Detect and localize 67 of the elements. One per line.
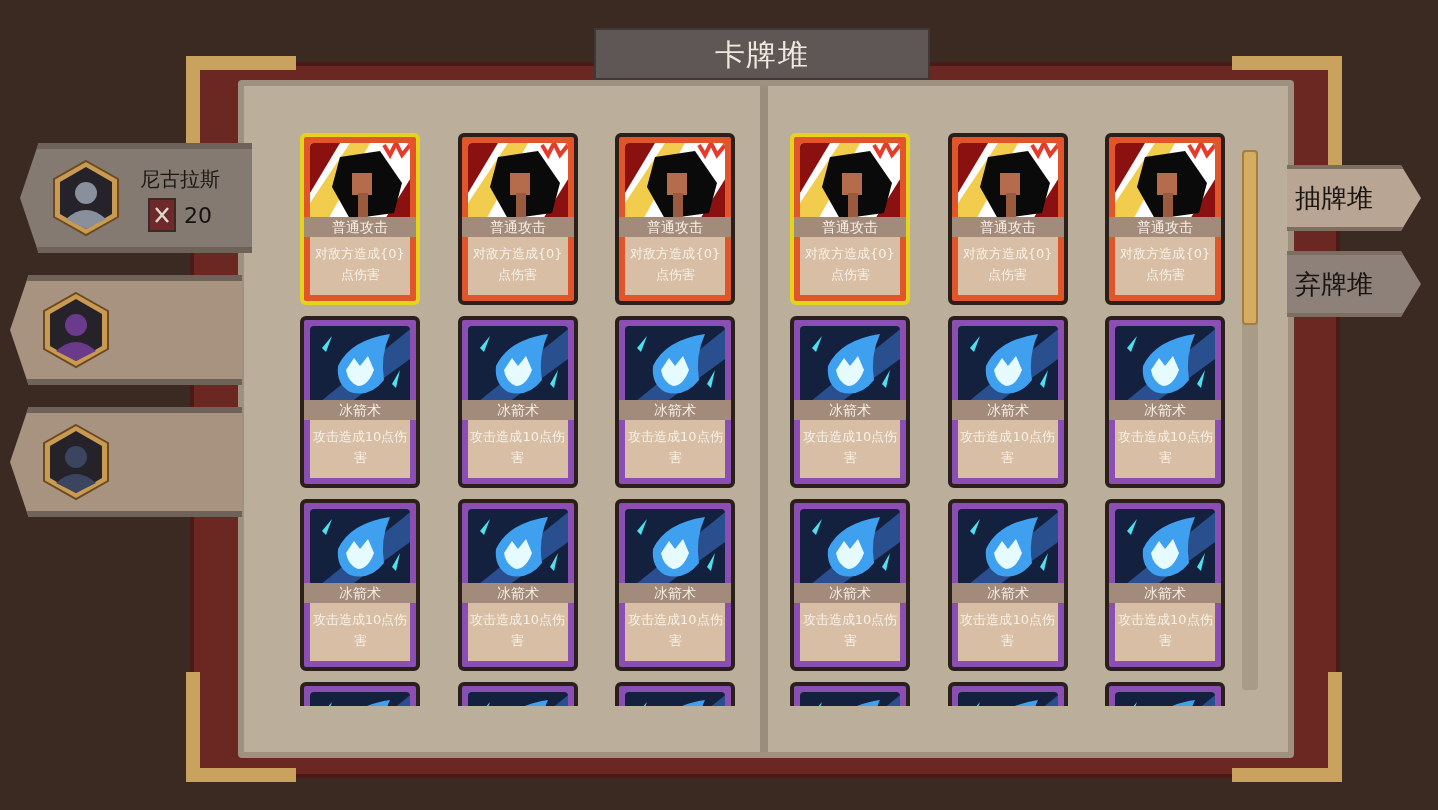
card-name: 冰箭术 (951, 583, 1064, 603)
card-description: 攻击造成10点伤害 (801, 611, 899, 650)
card-deck-icon (148, 198, 176, 232)
card[interactable]: 普通攻击 对敌方造成{0}点伤害 (947, 133, 1068, 305)
card-description: 对敌方造成{0}点伤害 (1119, 245, 1212, 284)
avatar-icon (52, 159, 120, 237)
card[interactable]: 冰箭术 攻击造成10点伤害 (615, 499, 736, 671)
card-name: 普通攻击 (794, 217, 906, 237)
card-name: 冰箭术 (619, 583, 732, 603)
card[interactable]: 普通攻击 对敌方造成{0}点伤害 (790, 133, 910, 305)
card-description: 攻击造成10点伤害 (311, 428, 409, 467)
card-name: 普通攻击 (1109, 217, 1222, 237)
card-description: 攻击造成10点伤害 (627, 428, 724, 467)
pile-tab[interactable]: 弃牌堆 (1287, 251, 1421, 317)
card-name: 冰箭术 (794, 400, 906, 420)
scrollbar-thumb[interactable] (1242, 150, 1258, 325)
card-description: 攻击造成10点伤害 (959, 428, 1056, 467)
avatar-icon (42, 423, 110, 501)
card-name: 冰箭术 (619, 400, 732, 420)
card-name: 冰箭术 (304, 400, 416, 420)
card-name: 普通攻击 (619, 217, 732, 237)
card-name: 冰箭术 (1109, 400, 1222, 420)
card-name: 普通攻击 (951, 217, 1064, 237)
card[interactable]: 冰箭术 攻击造成10点伤害 (300, 499, 420, 671)
card-name: 普通攻击 (304, 217, 416, 237)
card-description: 对敌方造成{0}点伤害 (961, 245, 1054, 284)
card-description: 对敌方造成{0}点伤害 (804, 245, 896, 284)
card-description: 攻击造成10点伤害 (311, 611, 409, 650)
card-description: 攻击造成10点伤害 (469, 428, 566, 467)
card[interactable]: 冰箭术 攻击造成10点伤害 (1105, 499, 1226, 671)
card[interactable]: 冰箭术 攻击造成10点伤害 (947, 499, 1068, 671)
card-description: 攻击造成10点伤害 (801, 428, 899, 467)
card-name: 冰箭术 (461, 400, 574, 420)
card[interactable]: 冰箭术 攻击造成10点伤害 (300, 316, 420, 488)
card-count: 20 (184, 201, 212, 230)
card-description: 攻击造成10点伤害 (469, 611, 566, 650)
card[interactable]: 冰箭术 攻击造成10点伤害 (457, 316, 578, 488)
card-description: 攻击造成10点伤害 (1117, 428, 1214, 467)
card[interactable]: 普通攻击 对敌方造成{0}点伤害 (300, 133, 420, 305)
title-banner: 卡牌堆 (594, 28, 930, 80)
card-description: 对敌方造成{0}点伤害 (314, 245, 406, 284)
card-description: 对敌方造成{0}点伤害 (471, 245, 564, 284)
pile-tab[interactable]: 抽牌堆 (1287, 165, 1421, 231)
card[interactable]: 普通攻击 对敌方造成{0}点伤害 (457, 133, 578, 305)
card[interactable]: 冰箭术 攻击造成10点伤害 (790, 499, 910, 671)
card[interactable]: 冰箭术 攻击造成10点伤害 (457, 499, 578, 671)
card-description: 攻击造成10点伤害 (959, 611, 1056, 650)
card-description: 攻击造成10点伤害 (627, 611, 724, 650)
card-name: 冰箭术 (461, 583, 574, 603)
card[interactable]: 普通攻击 对敌方造成{0}点伤害 (615, 133, 736, 305)
character-panel[interactable] (10, 275, 242, 385)
avatar-icon (42, 291, 110, 369)
card[interactable]: 冰箭术 攻击造成10点伤害 (947, 316, 1068, 488)
card[interactable]: 普通攻击 对敌方造成{0}点伤害 (1105, 133, 1226, 305)
character-panel[interactable] (10, 407, 242, 517)
card[interactable]: 冰箭术 攻击造成10点伤害 (790, 316, 910, 488)
card[interactable]: 冰箭术 攻击造成10点伤害 (1105, 316, 1226, 488)
card-name: 冰箭术 (794, 583, 906, 603)
card-name: 普通攻击 (461, 217, 574, 237)
character-name: 尼古拉斯 (140, 166, 220, 193)
card-description: 对敌方造成{0}点伤害 (629, 245, 722, 284)
card-name: 冰箭术 (1109, 583, 1222, 603)
character-panel[interactable]: 尼古拉斯 20 (20, 143, 252, 253)
card-description: 攻击造成10点伤害 (1117, 611, 1214, 650)
card-name: 冰箭术 (304, 583, 416, 603)
card-name: 冰箭术 (951, 400, 1064, 420)
card[interactable]: 冰箭术 攻击造成10点伤害 (615, 316, 736, 488)
